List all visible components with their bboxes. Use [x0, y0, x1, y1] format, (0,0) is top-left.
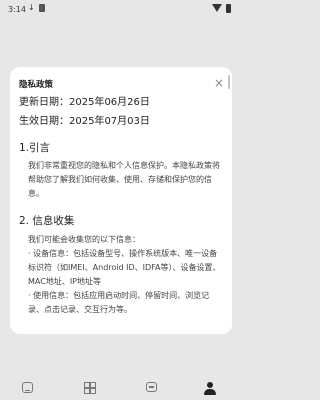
section-heading-collection: 2. 信息收集	[19, 215, 75, 227]
updated-date: 更新日期：2025年06月26日	[19, 97, 150, 108]
scrollbar-thumb[interactable]	[228, 75, 230, 89]
dialog-title: 隐私政策	[19, 80, 54, 90]
sd-card-icon	[39, 4, 45, 12]
privacy-policy-dialog: 隐私政策 × 更新日期：2025年06月26日 生效日期：2025年07月03日…	[10, 67, 232, 334]
status-bar: 3:14 ↓	[0, 0, 240, 18]
home-tab-icon[interactable]	[22, 382, 33, 393]
status-time: 3:14	[8, 5, 26, 14]
bottom-nav	[0, 370, 240, 400]
battery-icon	[226, 4, 231, 13]
effective-date: 生效日期：2025年07月03日	[19, 116, 150, 127]
collection-usage-info: · 使用信息：包括应用启动时间、停留时间、浏览记录、点击记录、交互行为等。	[28, 291, 210, 314]
apps-tab-icon[interactable]	[84, 382, 96, 394]
section-body-intro: 我们非常重视您的隐私和个人信息保护。本隐私政策将帮助您了解我们如何收集、使用、存…	[28, 161, 220, 198]
section-heading-intro: 1.引言	[19, 142, 51, 154]
collection-device-info: · 设备信息：包括设备型号、操作系统版本、唯一设备标识符（如IMEI、Andro…	[28, 249, 221, 286]
section-body-collection: 我们可能会收集您的以下信息： · 设备信息：包括设备型号、操作系统版本、唯一设备…	[28, 233, 225, 317]
close-icon[interactable]: ×	[214, 77, 224, 89]
download-icon: ↓	[28, 3, 35, 12]
messages-tab-icon[interactable]	[146, 382, 157, 392]
collection-intro-line: 我们可能会收集您的以下信息：	[28, 235, 140, 244]
profile-tab-icon[interactable]	[204, 382, 216, 395]
wifi-icon	[212, 4, 222, 12]
